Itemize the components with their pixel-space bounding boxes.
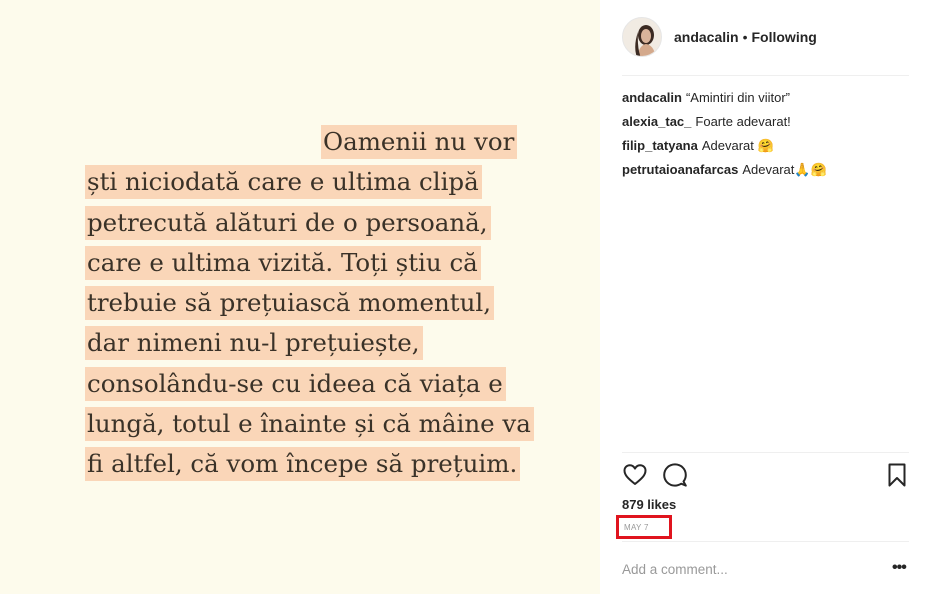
comment-username[interactable]: filip_tatyana: [622, 138, 698, 153]
comment-username[interactable]: petrutaioanafarcas: [622, 162, 738, 177]
post-header: andacalin • Following: [622, 16, 817, 58]
comment-divider: [622, 541, 909, 542]
comment-text: Adevarat🙏🤗: [742, 162, 827, 177]
add-comment-input[interactable]: [622, 559, 852, 579]
actions-divider: [622, 452, 909, 453]
quote-line: petrecută alături de o persoană,: [85, 203, 545, 243]
comment-username[interactable]: alexia_tac_: [622, 114, 691, 129]
quote-line: fi altfel, că vom începe să prețuim.: [85, 444, 545, 484]
quote-line: Oamenii nu vor: [85, 122, 545, 162]
quote-line: ști niciodată care e ultima clipă: [85, 162, 545, 202]
comment-text: “Amintiri din viitor”: [685, 90, 790, 105]
comment-username[interactable]: andacalin: [622, 90, 682, 105]
comment-item: petrutaioanafarcas Adevarat🙏🤗: [622, 162, 912, 186]
quote-line: trebuie să prețuiască momentul,: [85, 283, 545, 323]
header-divider: [622, 75, 909, 76]
comment-item: filip_tatyana Adevarat 🤗: [622, 138, 912, 162]
quote-text: Oamenii nu vor ști niciodată care e ulti…: [85, 122, 545, 485]
comment-text: Foarte adevarat!: [695, 114, 791, 129]
header-username[interactable]: andacalin: [674, 29, 739, 45]
quote-line: lungă, totul e înainte și că mâine va: [85, 404, 545, 444]
comments-list: andacalin “Amintiri din viitor” alexia_ta…: [622, 90, 912, 186]
avatar[interactable]: [622, 17, 662, 57]
comment-item: andacalin “Amintiri din viitor”: [622, 90, 912, 114]
likes-count[interactable]: 879 likes: [622, 497, 676, 512]
heart-icon[interactable]: [622, 462, 648, 488]
header-separator: •: [742, 29, 748, 45]
comment-text: Adevarat 🤗: [701, 138, 774, 153]
quote-line: dar nimeni nu-l prețuiește,: [85, 323, 545, 363]
comment-item: alexia_tac_ Foarte adevarat!: [622, 114, 912, 138]
quote-line: care e ultima vizită. Toți știu că: [85, 243, 545, 283]
following-button[interactable]: Following: [752, 29, 817, 45]
post-image: Oamenii nu vor ști niciodată care e ulti…: [0, 0, 600, 594]
bookmark-icon[interactable]: [884, 462, 910, 488]
post-actions: [622, 462, 909, 490]
more-options-icon[interactable]: •••: [892, 560, 907, 576]
comment-icon[interactable]: [662, 462, 688, 488]
post-date: MAY 7: [616, 515, 672, 539]
post-side-panel: andacalin • Following andacalin “Amintiri d…: [600, 0, 929, 594]
quote-line: consolându-se cu ideea că viața e: [85, 364, 545, 404]
header-text: andacalin • Following: [674, 29, 817, 45]
